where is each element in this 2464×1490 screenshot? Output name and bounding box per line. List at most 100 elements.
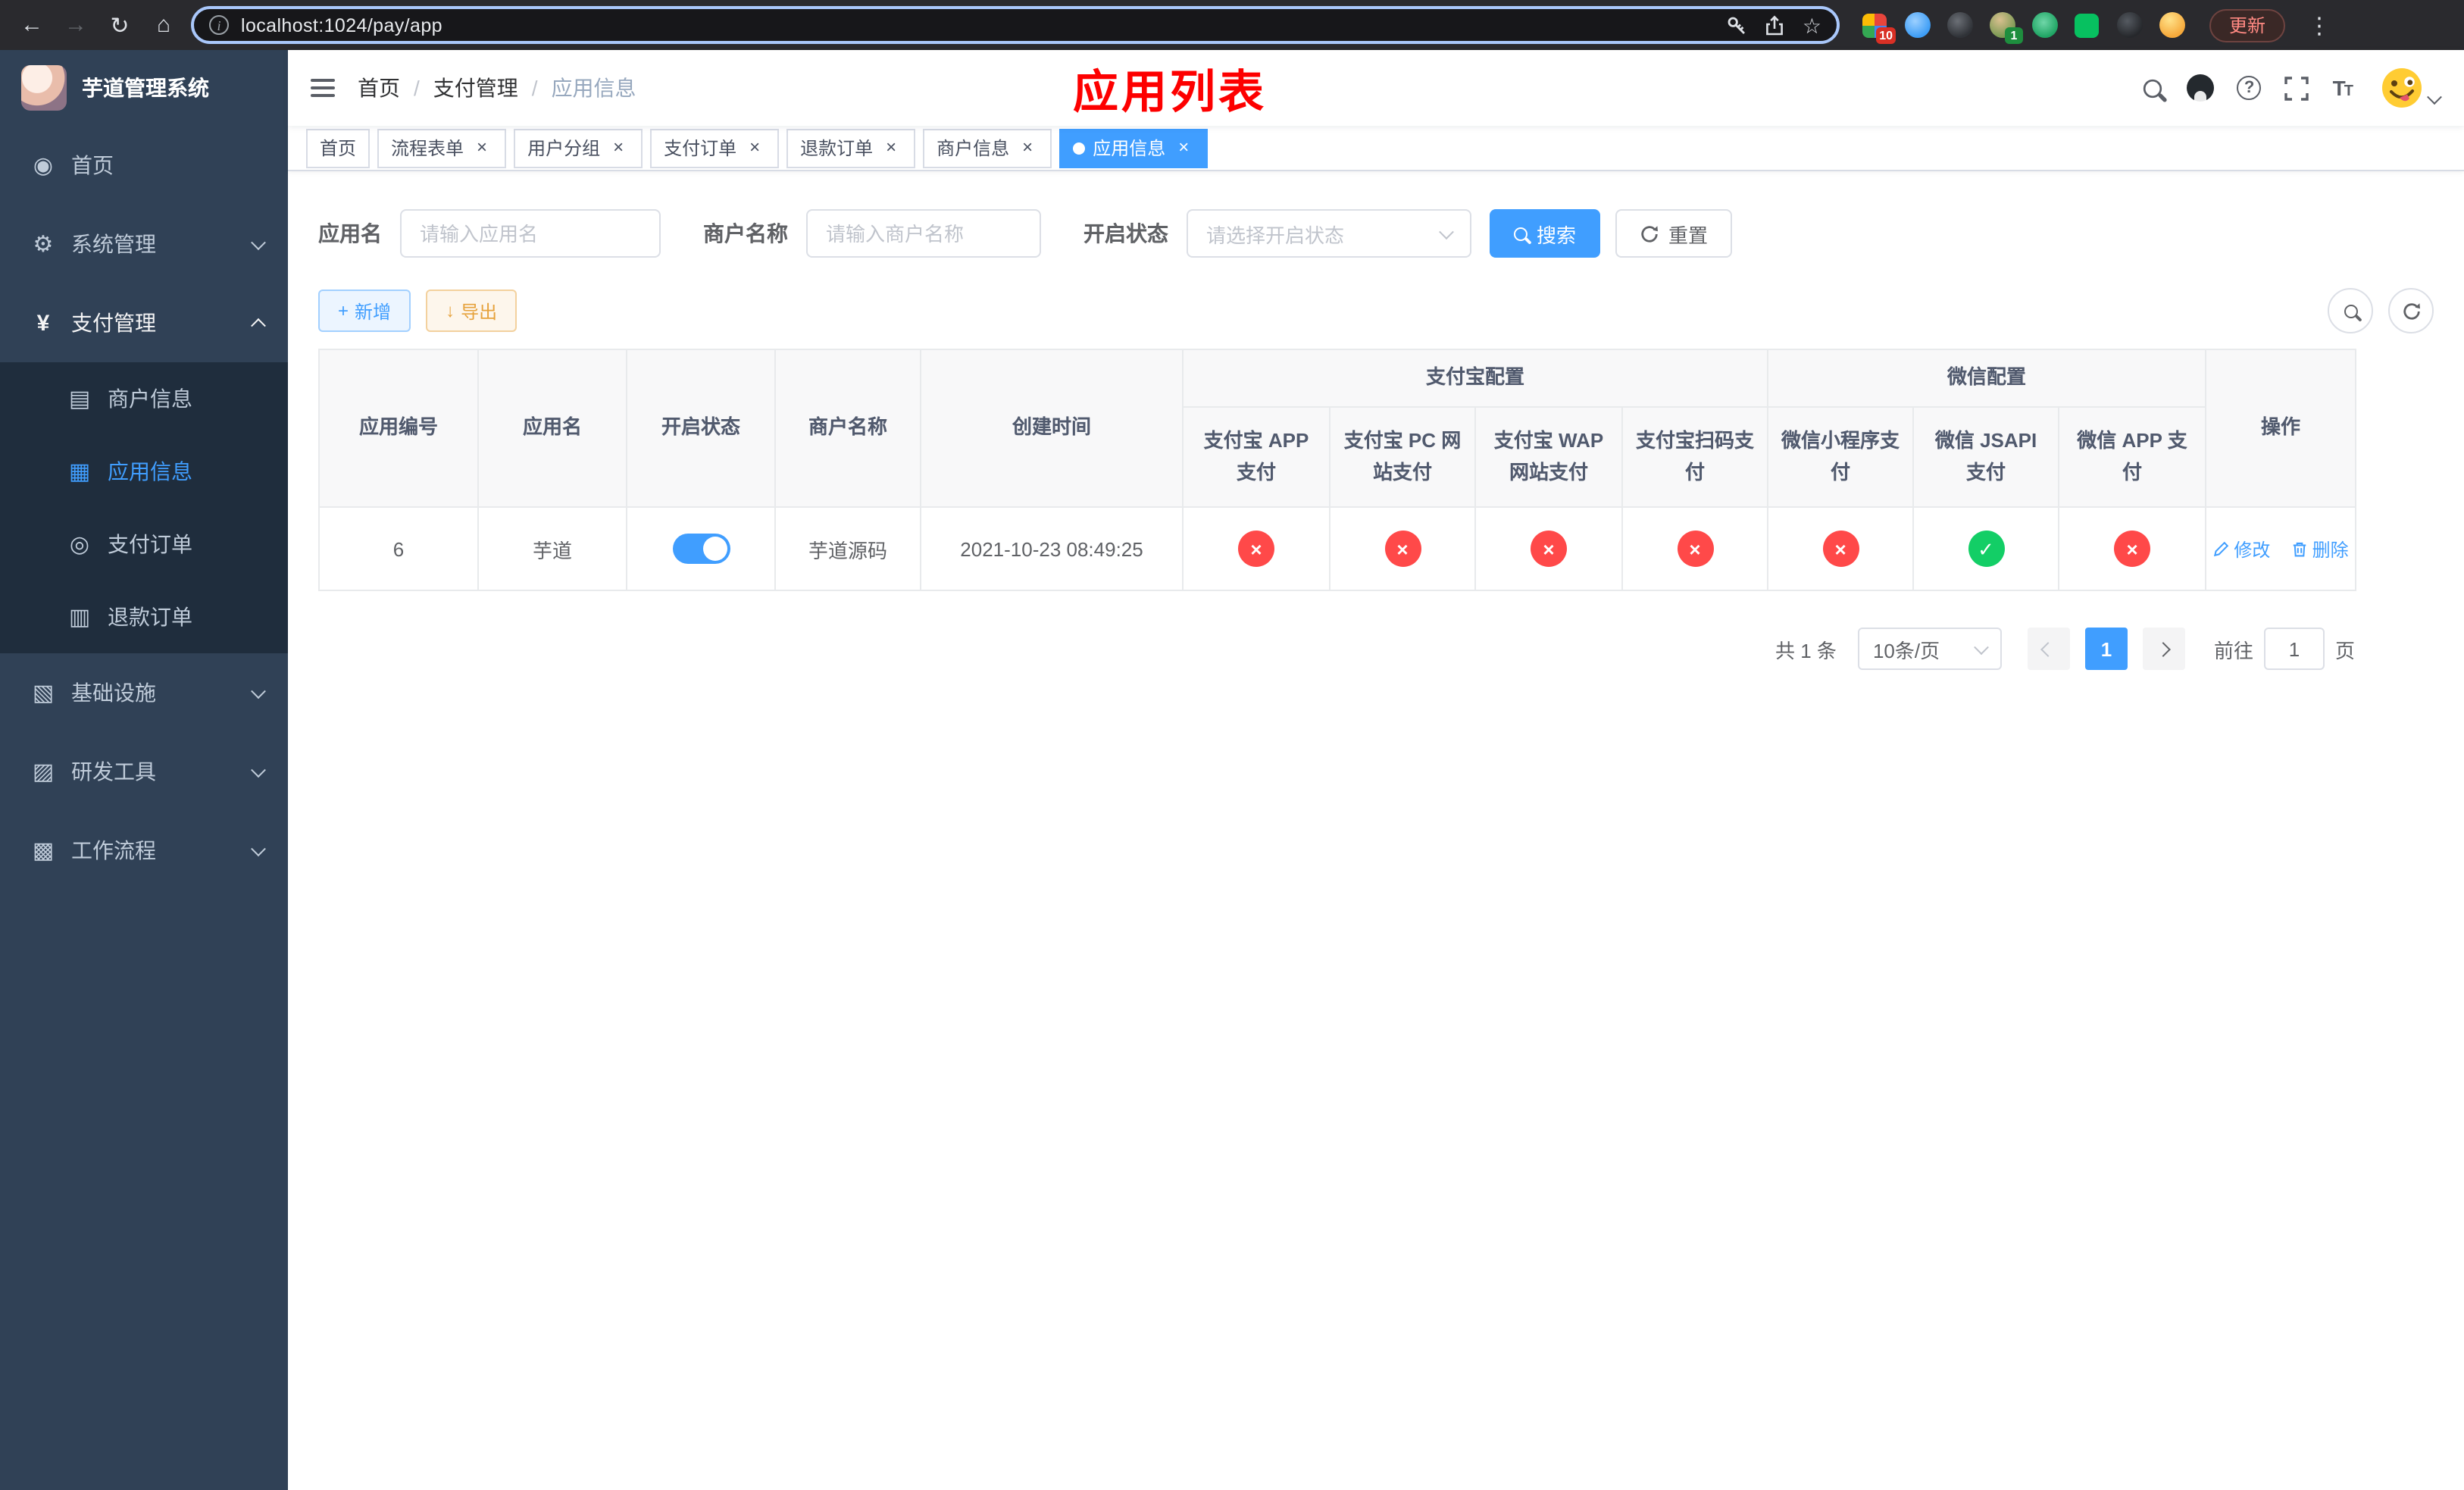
cell-app-id: 6	[318, 506, 479, 591]
prev-page-button[interactable]	[2027, 628, 2070, 670]
cross-icon: ×	[2114, 531, 2151, 567]
help-icon[interactable]: ?	[2237, 76, 2262, 100]
tab-label: 商户信息	[937, 138, 1010, 159]
edit-link[interactable]: 修改	[2212, 536, 2270, 562]
sidebar-item-app-info[interactable]: ▦ 应用信息	[0, 435, 288, 508]
caret-down-icon	[2427, 89, 2442, 105]
user-menu[interactable]	[2381, 67, 2442, 109]
tab-home[interactable]: 首页	[306, 128, 371, 167]
goto-page-input[interactable]	[2263, 628, 2325, 670]
search-button[interactable]: 搜索	[1490, 209, 1601, 258]
browser-forward-button[interactable]: →	[59, 8, 92, 42]
tab-app-info[interactable]: 应用信息 ×	[1059, 128, 1209, 167]
refresh-table-button[interactable]	[2388, 288, 2434, 333]
extension-badge: 1	[2005, 27, 2023, 43]
chevron-down-icon	[1439, 224, 1454, 239]
url-text[interactable]: localhost:1024/pay/app	[241, 14, 1715, 36]
breadcrumb-payment[interactable]: 支付管理	[400, 73, 518, 103]
fullscreen-icon[interactable]	[2284, 75, 2310, 101]
breadcrumb-current: 应用信息	[518, 73, 636, 103]
extension-icon-6[interactable]	[2072, 10, 2102, 40]
extension-icon-3[interactable]	[1944, 10, 1975, 40]
sidebar-item-label: 系统管理	[71, 232, 156, 256]
delete-link[interactable]: 删除	[2291, 536, 2349, 562]
close-icon[interactable]: ×	[608, 136, 629, 158]
sidebar-item-workflow[interactable]: ▩ 工作流程	[0, 811, 288, 890]
extension-area: 10 1	[1859, 10, 2187, 43]
column-header: 应用名	[477, 349, 627, 508]
reset-button[interactable]: 重置	[1615, 209, 1733, 258]
cell-merchant-name: 芋道源码	[774, 506, 921, 591]
extension-icon-8[interactable]	[2156, 10, 2187, 40]
sidebar-item-infrastructure[interactable]: ▧ 基础设施	[0, 653, 288, 732]
search-icon	[1514, 227, 1527, 240]
sidebar-toggle-icon[interactable]	[288, 50, 358, 126]
status-toggle[interactable]	[672, 534, 730, 564]
key-icon[interactable]	[1727, 14, 1748, 36]
tab-process-form[interactable]: 流程表单 ×	[377, 128, 507, 167]
next-page-button[interactable]	[2142, 628, 2185, 670]
toggle-knob	[702, 537, 727, 561]
share-icon[interactable]	[1765, 14, 1786, 36]
tab-refund-order[interactable]: 退款订单 ×	[786, 128, 916, 167]
page-size-select[interactable]: 10条/页	[1857, 628, 2002, 670]
sidebar-item-home[interactable]: ◉ 首页	[0, 126, 288, 205]
browser-update-button[interactable]: 更新	[2209, 8, 2286, 42]
page-number-button[interactable]: 1	[2084, 628, 2128, 670]
app-logo-avatar	[21, 65, 67, 111]
column-header: 支付宝 PC 网站支付	[1329, 406, 1476, 508]
order-icon: ◎	[69, 532, 90, 558]
chevron-down-icon	[251, 840, 266, 856]
status-select[interactable]: 请选择开启状态	[1187, 209, 1471, 258]
extension-icon-7[interactable]	[2114, 10, 2144, 40]
extension-icon-1[interactable]: 10	[1859, 10, 1896, 43]
text-size-icon[interactable]: TT	[2333, 76, 2353, 100]
tab-user-group[interactable]: 用户分组 ×	[514, 128, 643, 167]
sidebar-item-pay-order[interactable]: ◎ 支付订单	[0, 508, 288, 581]
browser-menu-icon[interactable]: ⋮	[2302, 11, 2337, 39]
close-icon[interactable]: ×	[471, 136, 492, 158]
extension-icon-2[interactable]	[1902, 10, 1932, 40]
search-icon	[2344, 304, 2357, 318]
breadcrumb-home[interactable]: 首页	[358, 73, 400, 103]
sidebar-item-payment[interactable]: ¥ 支付管理	[0, 283, 288, 362]
extension-icon-5[interactable]	[2029, 10, 2059, 40]
app-name-input[interactable]	[400, 209, 661, 258]
trash-icon	[2293, 541, 2306, 556]
close-icon[interactable]: ×	[1017, 136, 1038, 158]
cross-icon: ×	[1677, 531, 1713, 567]
extension-icon-4[interactable]: 1	[1987, 10, 2023, 43]
app-logo[interactable]: 芋道管理系统	[0, 50, 288, 126]
sidebar-item-system[interactable]: ⚙ 系统管理	[0, 205, 288, 283]
column-header: 微信 APP 支付	[2058, 406, 2207, 508]
bookmark-star-icon[interactable]: ☆	[1803, 14, 1821, 36]
cell-created-time: 2021-10-23 08:49:25	[920, 506, 1184, 591]
address-bar[interactable]: i localhost:1024/pay/app ☆	[191, 6, 1840, 44]
browser-back-button[interactable]: ←	[15, 8, 48, 42]
group-header-alipay: 支付宝配置	[1181, 349, 1769, 408]
pagination-total: 共 1 条	[1775, 639, 1837, 662]
tab-merchant-info[interactable]: 商户信息 ×	[923, 128, 1052, 167]
add-button[interactable]: + 新增	[318, 290, 411, 332]
sidebar-item-dev-tools[interactable]: ▨ 研发工具	[0, 732, 288, 811]
tab-pay-order[interactable]: 支付订单 ×	[650, 128, 780, 167]
status-label: 开启状态	[1083, 221, 1168, 246]
merchant-icon: ▤	[68, 387, 91, 412]
pencil-icon	[2214, 540, 2229, 556]
sidebar-item-merchant-info[interactable]: ▤ 商户信息	[0, 362, 288, 435]
merchant-name-input[interactable]	[806, 209, 1041, 258]
toggle-search-button[interactable]	[2328, 288, 2373, 333]
browser-reload-button[interactable]: ↻	[103, 8, 136, 42]
export-button[interactable]: ↓ 导出	[426, 290, 518, 332]
header-search-icon[interactable]	[2143, 78, 2165, 98]
sidebar-item-refund-order[interactable]: ▥ 退款订单	[0, 581, 288, 653]
close-icon[interactable]: ×	[744, 136, 765, 158]
refresh-icon	[1641, 225, 1658, 242]
site-info-icon[interactable]: i	[209, 15, 229, 35]
filter-form: 应用名 商户名称 开启状态 请选择开启状态 搜索 重置	[318, 209, 2434, 258]
close-icon[interactable]: ×	[1173, 136, 1194, 158]
sidebar-menu: ◉ 首页 ⚙ 系统管理 ¥ 支付管理 ▤ 商户信息 ▦ 应用信息 ◎ 支付订单 …	[0, 126, 288, 890]
browser-home-button[interactable]: ⌂	[147, 8, 180, 42]
close-icon[interactable]: ×	[880, 136, 902, 158]
github-icon[interactable]	[2187, 74, 2215, 102]
